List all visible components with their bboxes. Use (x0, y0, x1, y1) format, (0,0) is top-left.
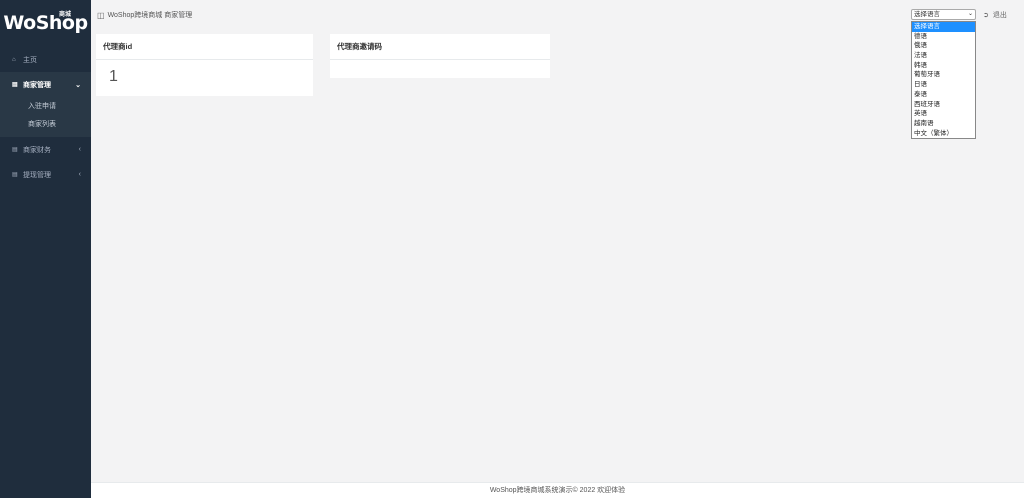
language-option[interactable]: 西班牙语 (912, 100, 975, 110)
chevron-left-icon: ‹ (78, 146, 81, 153)
sidebar-item-home[interactable]: ⌂ 主页 (0, 47, 91, 72)
logo-sub: 商城 (59, 12, 72, 18)
language-option[interactable]: 德语 (912, 32, 975, 42)
language-dropdown: 选择语言 德语 俄语 法语 韩语 葡萄牙语 日语 泰语 西班牙语 英语 越南语 … (911, 21, 976, 140)
logo-text: WoShop (3, 12, 88, 34)
sign-out-icon: ➲ (983, 12, 989, 19)
language-select[interactable]: 选择语言 ⌄ (911, 9, 976, 20)
language-option[interactable]: 葡萄牙语 (912, 70, 975, 80)
sidebar-item-label: 主页 (23, 56, 37, 64)
chevron-left-icon: ‹ (78, 171, 81, 178)
submenu-item-merchant-list[interactable]: 商家列表 (0, 115, 91, 133)
card-title: 代理商id (96, 34, 313, 60)
card-icon: ▤ (12, 147, 18, 153)
card-icon: ▤ (12, 172, 18, 178)
monitor-icon: ◫ (97, 10, 105, 20)
card-title: 代理商邀请码 (330, 34, 550, 60)
language-option[interactable]: 法语 (912, 51, 975, 61)
chevron-down-icon: ⌄ (967, 11, 973, 17)
card-value: 1 (109, 68, 118, 85)
submenu-item-apply[interactable]: 入驻申请 (0, 97, 91, 115)
card-value (330, 60, 550, 68)
logout-button[interactable]: ➲ 退出 (983, 10, 1007, 20)
sidebar-item-withdrawal[interactable]: ▤ 提现管理 ‹ (0, 162, 91, 187)
chevron-down-icon: ⌄ (75, 81, 81, 89)
breadcrumb: ◫ WoShop跨境商城 商家管理 (97, 10, 192, 20)
logout-label: 退出 (992, 12, 1007, 19)
agent-id-card: 代理商id 1 (96, 34, 313, 96)
language-option[interactable]: 俄语 (912, 41, 975, 51)
agent-invite-code-card: 代理商邀请码 (330, 34, 550, 78)
topbar: ◫ WoShop跨境商城 商家管理 选择语言 ⌄ ➲ 退出 (91, 0, 1024, 32)
sidebar-item-label: 商家管理 (23, 81, 51, 89)
sidebar-item-merchant-management[interactable]: ▤ 商家管理 ⌄ (0, 72, 91, 97)
sidebar-item-merchant-finance[interactable]: ▤ 商家财务 ‹ (0, 137, 91, 162)
language-option[interactable]: 英语 (912, 109, 975, 119)
breadcrumb-text: WoShop跨境商城 商家管理 (107, 12, 193, 19)
language-option[interactable]: 越南语 (912, 119, 975, 129)
language-option[interactable]: 日语 (912, 80, 975, 90)
language-option[interactable]: 韩语 (912, 61, 975, 71)
sidebar-item-label: 提现管理 (23, 171, 51, 179)
footer: WoShop跨境商城系统演示© 2022 欢迎体验 (91, 482, 1024, 498)
bank-icon: ▤ (12, 82, 18, 88)
home-icon: ⌂ (12, 56, 16, 63)
language-option[interactable]: 泰语 (912, 90, 975, 100)
language-select-value: 选择语言 (914, 11, 940, 18)
sidebar: WoShop 商城 ⌂ 主页 ▤ 商家管理 ⌄ 入驻申请 商家列表 ▤ 商家财务… (0, 0, 91, 498)
sidebar-item-label: 商家财务 (23, 146, 51, 154)
logo[interactable]: WoShop 商城 (0, 0, 91, 46)
language-option[interactable]: 选择语言 (912, 22, 975, 32)
language-option[interactable]: 中文（繁体） (912, 129, 975, 139)
submenu-merchant-management: 入驻申请 商家列表 (0, 97, 91, 137)
